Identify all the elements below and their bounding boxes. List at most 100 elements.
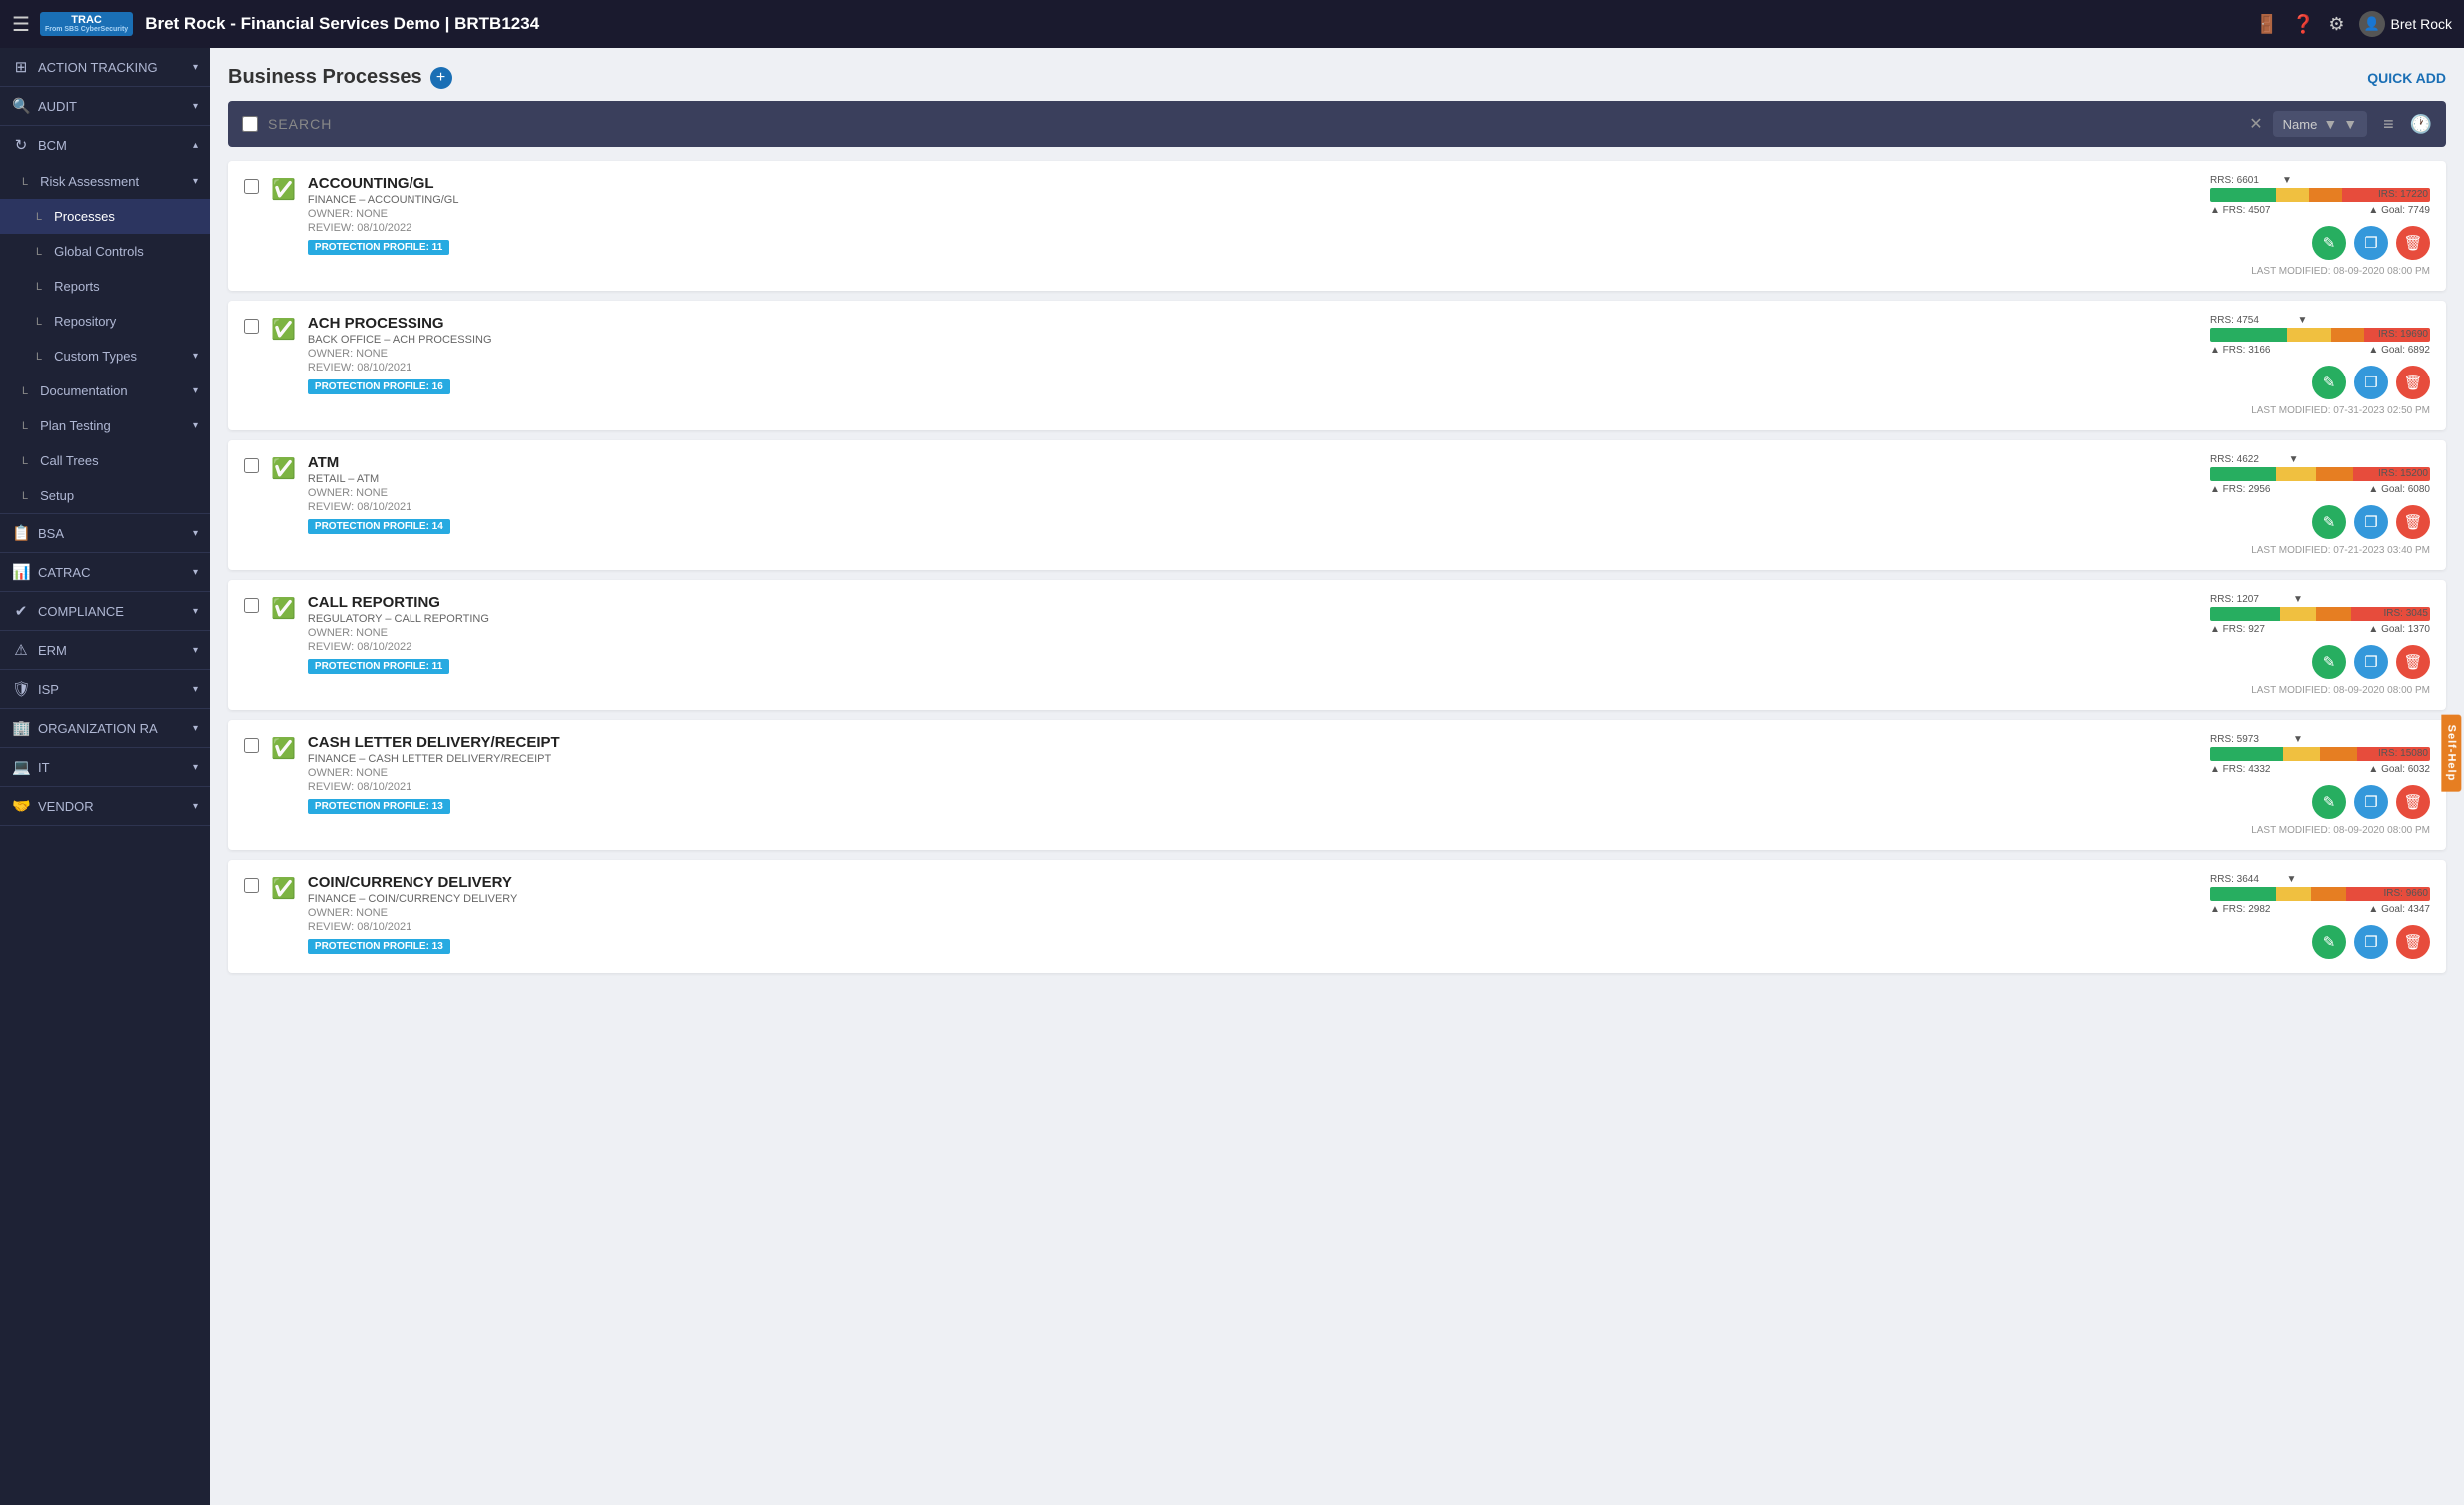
edit-button-3[interactable]: ✎ <box>2312 645 2346 679</box>
sidebar-item-organization-ra[interactable]: 🏢 ORGANIZATION RA ▾ <box>0 709 210 747</box>
sidebar-item-setup[interactable]: L Setup <box>0 478 210 513</box>
delete-button-0[interactable]: 🗑 <box>2396 226 2430 260</box>
record-checkbox-0[interactable] <box>244 179 259 194</box>
plan-testing-arrow: ▾ <box>193 420 198 431</box>
record-checkbox-5[interactable] <box>244 878 259 893</box>
record-right-4: RRS: 5973 ▼ IRS: 15080 ▲ FRS: 4332 ▲ Goa… <box>2110 734 2430 836</box>
edit-button-0[interactable]: ✎ <box>2312 226 2346 260</box>
bsa-arrow: ▾ <box>193 528 198 539</box>
sidebar-section-action: ⊞ ACTION TRACKING ▾ <box>0 48 210 87</box>
sidebar-section-audit: 🔍 AUDIT ▾ <box>0 87 210 126</box>
record-checkbox-2[interactable] <box>244 458 259 473</box>
search-history-icon[interactable]: 🕐 <box>2410 114 2432 135</box>
record-checkbox-1[interactable] <box>244 319 259 334</box>
sidebar-item-it[interactable]: 💻 IT ▾ <box>0 748 210 786</box>
quick-add-link[interactable]: QUICK ADD <box>2367 70 2446 86</box>
logo: TRAC From SBS CyberSecurity <box>40 12 133 36</box>
sidebar-item-global-controls[interactable]: L Global Controls <box>0 234 210 269</box>
self-help-tab[interactable]: Self-Help <box>2442 714 2462 791</box>
sidebar-item-compliance[interactable]: ✔ COMPLIANCE ▾ <box>0 592 210 630</box>
copy-button-5[interactable]: ❐ <box>2354 925 2388 959</box>
copy-button-4[interactable]: ❐ <box>2354 785 2388 819</box>
record-checkbox-3[interactable] <box>244 598 259 613</box>
org-ra-icon: 🏢 <box>12 719 30 737</box>
edit-button-1[interactable]: ✎ <box>2312 366 2346 399</box>
sidebar-item-isp[interactable]: 🛡 ISP ▾ <box>0 670 210 708</box>
user-menu[interactable]: 👤 Bret Rock <box>2359 11 2452 37</box>
add-business-process-button[interactable]: + <box>430 67 452 89</box>
record-badge-0: PROTECTION PROFILE: 11 <box>308 240 449 255</box>
frs-label-5: ▲ FRS: 2982 <box>2210 904 2270 915</box>
sidebar-item-bsa[interactable]: 📋 BSA ▾ <box>0 514 210 552</box>
catrac-arrow: ▾ <box>193 567 198 578</box>
record-badge-2: PROTECTION PROFILE: 14 <box>308 519 450 534</box>
record-right-5: RRS: 3644 ▼ IRS: 9660 ▲ FRS: 2982 ▲ Goal… <box>2110 874 2430 959</box>
record-checkbox-wrap <box>244 878 259 898</box>
record-review-2: REVIEW: 08/10/2021 <box>308 501 2098 513</box>
edit-button-2[interactable]: ✎ <box>2312 505 2346 539</box>
record-badge-1: PROTECTION PROFILE: 16 <box>308 379 450 394</box>
sidebar-item-documentation[interactable]: L Documentation ▾ <box>0 374 210 408</box>
sidebar-section-bcm: ↻ BCM ▴ L Risk Assessment ▾ L Processes … <box>0 126 210 514</box>
sidebar-item-call-trees[interactable]: L Call Trees <box>0 443 210 478</box>
sidebar-item-plan-testing[interactable]: L Plan Testing ▾ <box>0 408 210 443</box>
sidebar-section-compliance: ✔ COMPLIANCE ▾ <box>0 592 210 631</box>
sort-direction-icon[interactable]: ▼ <box>2343 116 2357 132</box>
record-sub-1: BACK OFFICE – ACH PROCESSING <box>308 334 2098 346</box>
delete-button-3[interactable]: 🗑 <box>2396 645 2430 679</box>
record-name-3: CALL REPORTING <box>308 594 2098 611</box>
frs-label-3: ▲ FRS: 927 <box>2210 624 2265 635</box>
record-modified-2: LAST MODIFIED: 07-21-2023 03:40 PM <box>2110 545 2430 556</box>
sidebar-item-repository[interactable]: L Repository <box>0 304 210 339</box>
delete-button-2[interactable]: 🗑 <box>2396 505 2430 539</box>
record-checkbox-4[interactable] <box>244 738 259 753</box>
user-avatar: 👤 <box>2359 11 2385 37</box>
copy-button-1[interactable]: ❐ <box>2354 366 2388 399</box>
sort-dropdown-icon[interactable]: ▼ <box>2323 116 2337 132</box>
record-card: ✅ ATM RETAIL – ATM OWNER: NONE REVIEW: 0… <box>228 440 2446 570</box>
erm-arrow: ▾ <box>193 645 198 656</box>
help-icon[interactable]: ❓ <box>2292 14 2314 35</box>
copy-button-3[interactable]: ❐ <box>2354 645 2388 679</box>
sidebar-item-risk-assessment[interactable]: L Risk Assessment ▾ <box>0 164 210 199</box>
goal-label-1: ▲ Goal: 6892 <box>2368 345 2430 356</box>
search-bar-container: ✕ Name ▼ ▼ ≡ 🕐 <box>228 101 2446 147</box>
sidebar-item-action-tracking[interactable]: ⊞ ACTION TRACKING ▾ <box>0 48 210 86</box>
sidebar-item-bcm[interactable]: ↻ BCM ▴ <box>0 126 210 164</box>
edit-button-4[interactable]: ✎ <box>2312 785 2346 819</box>
page-title: Business Processes <box>228 66 422 89</box>
settings-icon[interactable]: ⚙ <box>2328 14 2344 35</box>
edit-button-5[interactable]: ✎ <box>2312 925 2346 959</box>
record-checkbox-wrap <box>244 319 259 339</box>
sidebar-item-custom-types[interactable]: L Custom Types ▾ <box>0 339 210 374</box>
sidebar-section-it: 💻 IT ▾ <box>0 748 210 787</box>
sidebar-item-audit[interactable]: 🔍 AUDIT ▾ <box>0 87 210 125</box>
bsa-icon: 📋 <box>12 524 30 542</box>
sidebar-item-reports[interactable]: L Reports <box>0 269 210 304</box>
sidebar-item-vendor[interactable]: 🤝 VENDOR ▾ <box>0 787 210 825</box>
hamburger-icon[interactable]: ☰ <box>12 12 30 37</box>
record-review-4: REVIEW: 08/10/2021 <box>308 781 2098 793</box>
record-checkbox-wrap <box>244 458 259 478</box>
frs-label-1: ▲ FRS: 3166 <box>2210 345 2270 356</box>
record-badge-3: PROTECTION PROFILE: 11 <box>308 659 449 674</box>
copy-button-2[interactable]: ❐ <box>2354 505 2388 539</box>
audit-icon: 🔍 <box>12 97 30 115</box>
erm-icon: ⚠ <box>12 641 30 659</box>
delete-button-5[interactable]: 🗑 <box>2396 925 2430 959</box>
isp-arrow: ▾ <box>193 684 198 695</box>
user-name: Bret Rock <box>2391 16 2452 32</box>
delete-button-1[interactable]: 🗑 <box>2396 366 2430 399</box>
record-name-5: COIN/CURRENCY DELIVERY <box>308 874 2098 891</box>
sidebar-item-processes[interactable]: L Processes <box>0 199 210 234</box>
delete-button-4[interactable]: 🗑 <box>2396 785 2430 819</box>
sidebar-item-catrac[interactable]: 📊 CATRAC ▾ <box>0 553 210 591</box>
copy-button-0[interactable]: ❐ <box>2354 226 2388 260</box>
filter-icon[interactable]: ≡ <box>2383 114 2394 135</box>
door-icon[interactable]: 🚪 <box>2256 14 2278 35</box>
sidebar-item-erm[interactable]: ⚠ ERM ▾ <box>0 631 210 669</box>
record-right-1: RRS: 4754 ▼ IRS: 19690 ▲ FRS: 3166 ▲ Goa… <box>2110 315 2430 416</box>
select-all-checkbox[interactable] <box>242 116 258 132</box>
search-input[interactable] <box>268 116 2239 132</box>
search-clear-icon[interactable]: ✕ <box>2249 114 2262 134</box>
